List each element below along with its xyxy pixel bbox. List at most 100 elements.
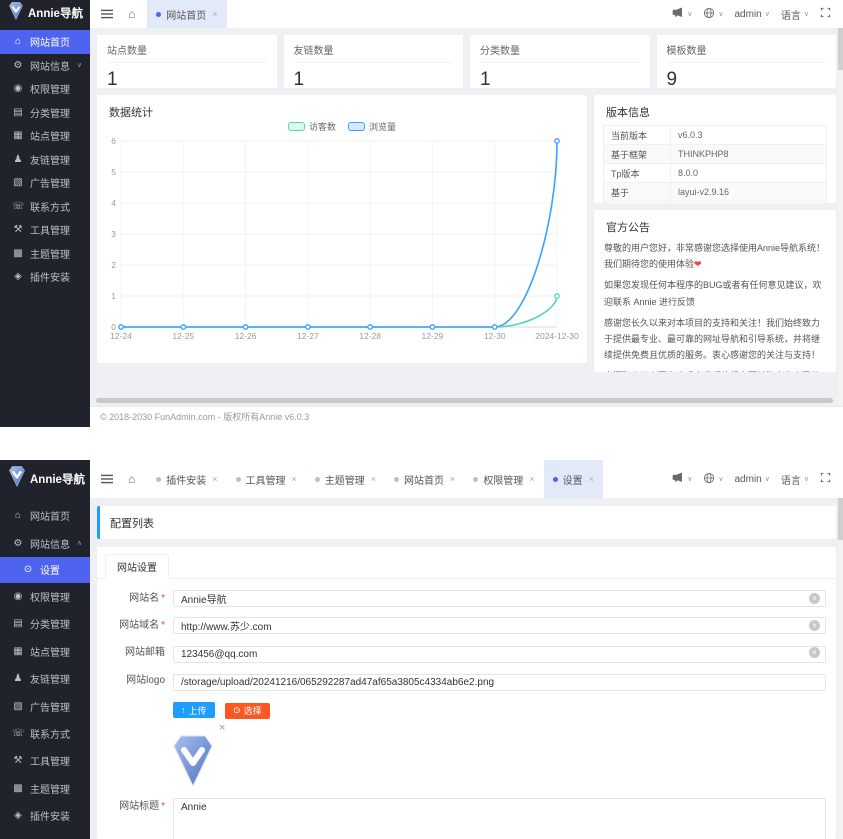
sidebar-item-plugin[interactable]: ◈插件安装 (0, 265, 90, 289)
clear-input-icon[interactable]: × (809, 593, 820, 604)
dashboard-row2: 数据统计 访客数浏览量 012345612-2412-2512-2612-271… (97, 95, 836, 372)
sidebar-item-site[interactable]: ▦站点管理 (0, 638, 90, 665)
brand[interactable]: Annie导航 (0, 0, 90, 26)
sidebar-item-friendlink[interactable]: ♟友链管理 (0, 148, 90, 172)
sidebar-item-ad[interactable]: ▧广告管理 (0, 692, 90, 719)
category-icon: ▤ (12, 618, 24, 629)
tab-site-settings[interactable]: 网站设置 (105, 554, 169, 579)
sidebar-item-label: 主题管理 (30, 246, 70, 261)
version-value: layui-v2.9.16 (671, 183, 827, 202)
tab-item-5[interactable]: 设置× (544, 460, 603, 498)
sidebar-item-site-info[interactable]: ⚙网站信息∧ (0, 529, 90, 556)
version-table-row: 基于框架THINKPHP8 (604, 145, 827, 164)
menu-toggle-icon[interactable] (101, 8, 113, 20)
sidebar-item-category[interactable]: ▤分类管理 (0, 101, 90, 125)
user-menu[interactable]: admin∨ (731, 9, 774, 20)
fullscreen-button (820, 7, 831, 21)
sidebar-item-auth[interactable]: ◉权限管理 (0, 583, 90, 610)
notice-paragraphs: 尊敬的用户您好，非常感谢您选择使用Annie导航系统！我们期待您的使用体验❤如果… (594, 240, 836, 372)
logo-buttons-row: ↑上传 ⊙选择 × (101, 700, 826, 796)
sidebar-item-tools[interactable]: ⚒工具管理 (0, 747, 90, 774)
field-control: × (173, 590, 826, 608)
tab-item-2[interactable]: 主题管理× (306, 460, 385, 498)
horizontal-scrollbar[interactable] (96, 398, 833, 403)
language-menu[interactable]: 语言∨ (777, 7, 813, 22)
tools-icon: ⚒ (12, 755, 24, 766)
tab-item-3[interactable]: 网站首页× (385, 460, 464, 498)
fullscreen-button[interactable] (816, 7, 835, 21)
home-icon: ⌂ (12, 510, 24, 521)
site-name-input[interactable] (173, 590, 826, 607)
required-asterisk: * (161, 801, 165, 812)
sidebar-item-theme[interactable]: ▩主题管理 (0, 775, 90, 802)
remove-preview-icon[interactable]: × (219, 722, 229, 734)
sidebar-item-ad[interactable]: ▧广告管理 (0, 171, 90, 195)
gear-icon: ⚙ (12, 60, 24, 71)
user-menu[interactable]: admin∨ (731, 474, 774, 485)
sidebar-item-label: 网站首页 (30, 34, 70, 49)
chevron-down-icon: ∨ (718, 10, 723, 18)
tab-item-0[interactable]: 网站首页× (147, 0, 226, 28)
clear-input-icon[interactable]: × (809, 620, 820, 631)
choose-button[interactable]: ⊙选择 (225, 703, 270, 719)
tab-item-0[interactable]: 插件安装× (147, 460, 226, 498)
upload-button[interactable]: ↑上传 (173, 702, 215, 718)
friendlink-icon: ♟ (12, 673, 24, 684)
sidebar-subitem-settings[interactable]: ⊙设置 (0, 557, 90, 583)
chart-card-title: 数据统计 (97, 95, 587, 120)
sidebar-item-auth[interactable]: ◉权限管理 (0, 77, 90, 101)
tab-item-4[interactable]: 权限管理× (464, 460, 543, 498)
home-icon[interactable]: ⌂ (128, 472, 135, 486)
tab-close-icon[interactable]: × (529, 474, 534, 484)
language-menu[interactable]: 语言∨ (777, 472, 813, 487)
version-key: Tp版本 (604, 164, 671, 183)
site-title-textarea[interactable]: Annie (173, 798, 826, 839)
sidebar-item-site[interactable]: ▦站点管理 (0, 124, 90, 148)
sidebar-item-friendlink[interactable]: ♟友链管理 (0, 665, 90, 692)
clear-input-icon[interactable]: × (809, 647, 820, 658)
sidebar-item-contact[interactable]: ☏联系方式 (0, 195, 90, 219)
sidebar-item-plugin[interactable]: ◈插件安装 (0, 802, 90, 829)
sidebar-item-tools[interactable]: ⚒工具管理 (0, 218, 90, 242)
tab-close-icon[interactable]: × (371, 474, 376, 484)
field-label-text: 网站logo (126, 675, 165, 686)
vertical-scrollbar-thumb[interactable] (838, 28, 843, 70)
site-icon: ▦ (12, 130, 24, 141)
sidebar-item-label: 工具管理 (30, 222, 70, 237)
main-area: ⌂ 网站首页× ∨∨admin∨语言∨ 站点数量1友链数量1分类数量1模板数量9… (90, 0, 843, 427)
logo-preview-image (173, 735, 826, 792)
tab-close-icon[interactable]: × (450, 474, 455, 484)
tab-close-icon[interactable]: × (292, 474, 297, 484)
tab-close-icon[interactable]: × (212, 474, 217, 484)
menu-toggle-icon[interactable] (101, 473, 113, 485)
tab-dot-icon (156, 12, 161, 17)
announcement-menu[interactable]: ∨ (667, 471, 696, 487)
sidebar-item-home[interactable]: ⌂网站首页 (0, 30, 90, 54)
appearance-menu[interactable]: ∨ (699, 7, 727, 22)
field-label: 网站名* (101, 590, 173, 608)
fullscreen-button[interactable] (816, 472, 835, 486)
announcement-menu[interactable]: ∨ (667, 6, 696, 22)
tab-item-1[interactable]: 工具管理× (227, 460, 306, 498)
stat-card-3: 模板数量9 (657, 35, 837, 88)
site-logo-input[interactable] (173, 674, 826, 691)
chevron-down-icon: ∨ (687, 475, 692, 483)
home-icon[interactable]: ⌂ (128, 7, 135, 21)
sidebar-item-contact[interactable]: ☏联系方式 (0, 720, 90, 747)
sidebar-item-theme[interactable]: ▩主题管理 (0, 242, 90, 266)
site-email-input[interactable] (173, 646, 826, 663)
sidebar-item-site-info[interactable]: ⚙网站信息∨ (0, 54, 90, 78)
vertical-scrollbar-track (838, 28, 843, 406)
site-domain-input[interactable] (173, 617, 826, 634)
vertical-scrollbar-thumb[interactable] (838, 498, 843, 540)
sidebar-item-home[interactable]: ⌂网站首页 (0, 502, 90, 529)
sidebar-item-label: 站点管理 (30, 644, 70, 659)
topbar: ⌂ 插件安装×工具管理×主题管理×网站首页×权限管理×设置× ∨ ∨ admin∨语… (90, 460, 843, 499)
tab-close-icon[interactable]: × (212, 9, 217, 19)
brand[interactable]: Annie导航 (0, 460, 90, 498)
sidebar-item-category[interactable]: ▤分类管理 (0, 610, 90, 637)
tab-close-icon[interactable]: × (589, 474, 594, 484)
notice-paragraph: 如果您发现任何本程序的BUG或者有任何意见建议，欢迎联系 Annie 进行反馈 (604, 277, 826, 309)
appearance-menu[interactable]: ∨ (699, 472, 727, 487)
theme-icon: ▩ (12, 783, 24, 794)
